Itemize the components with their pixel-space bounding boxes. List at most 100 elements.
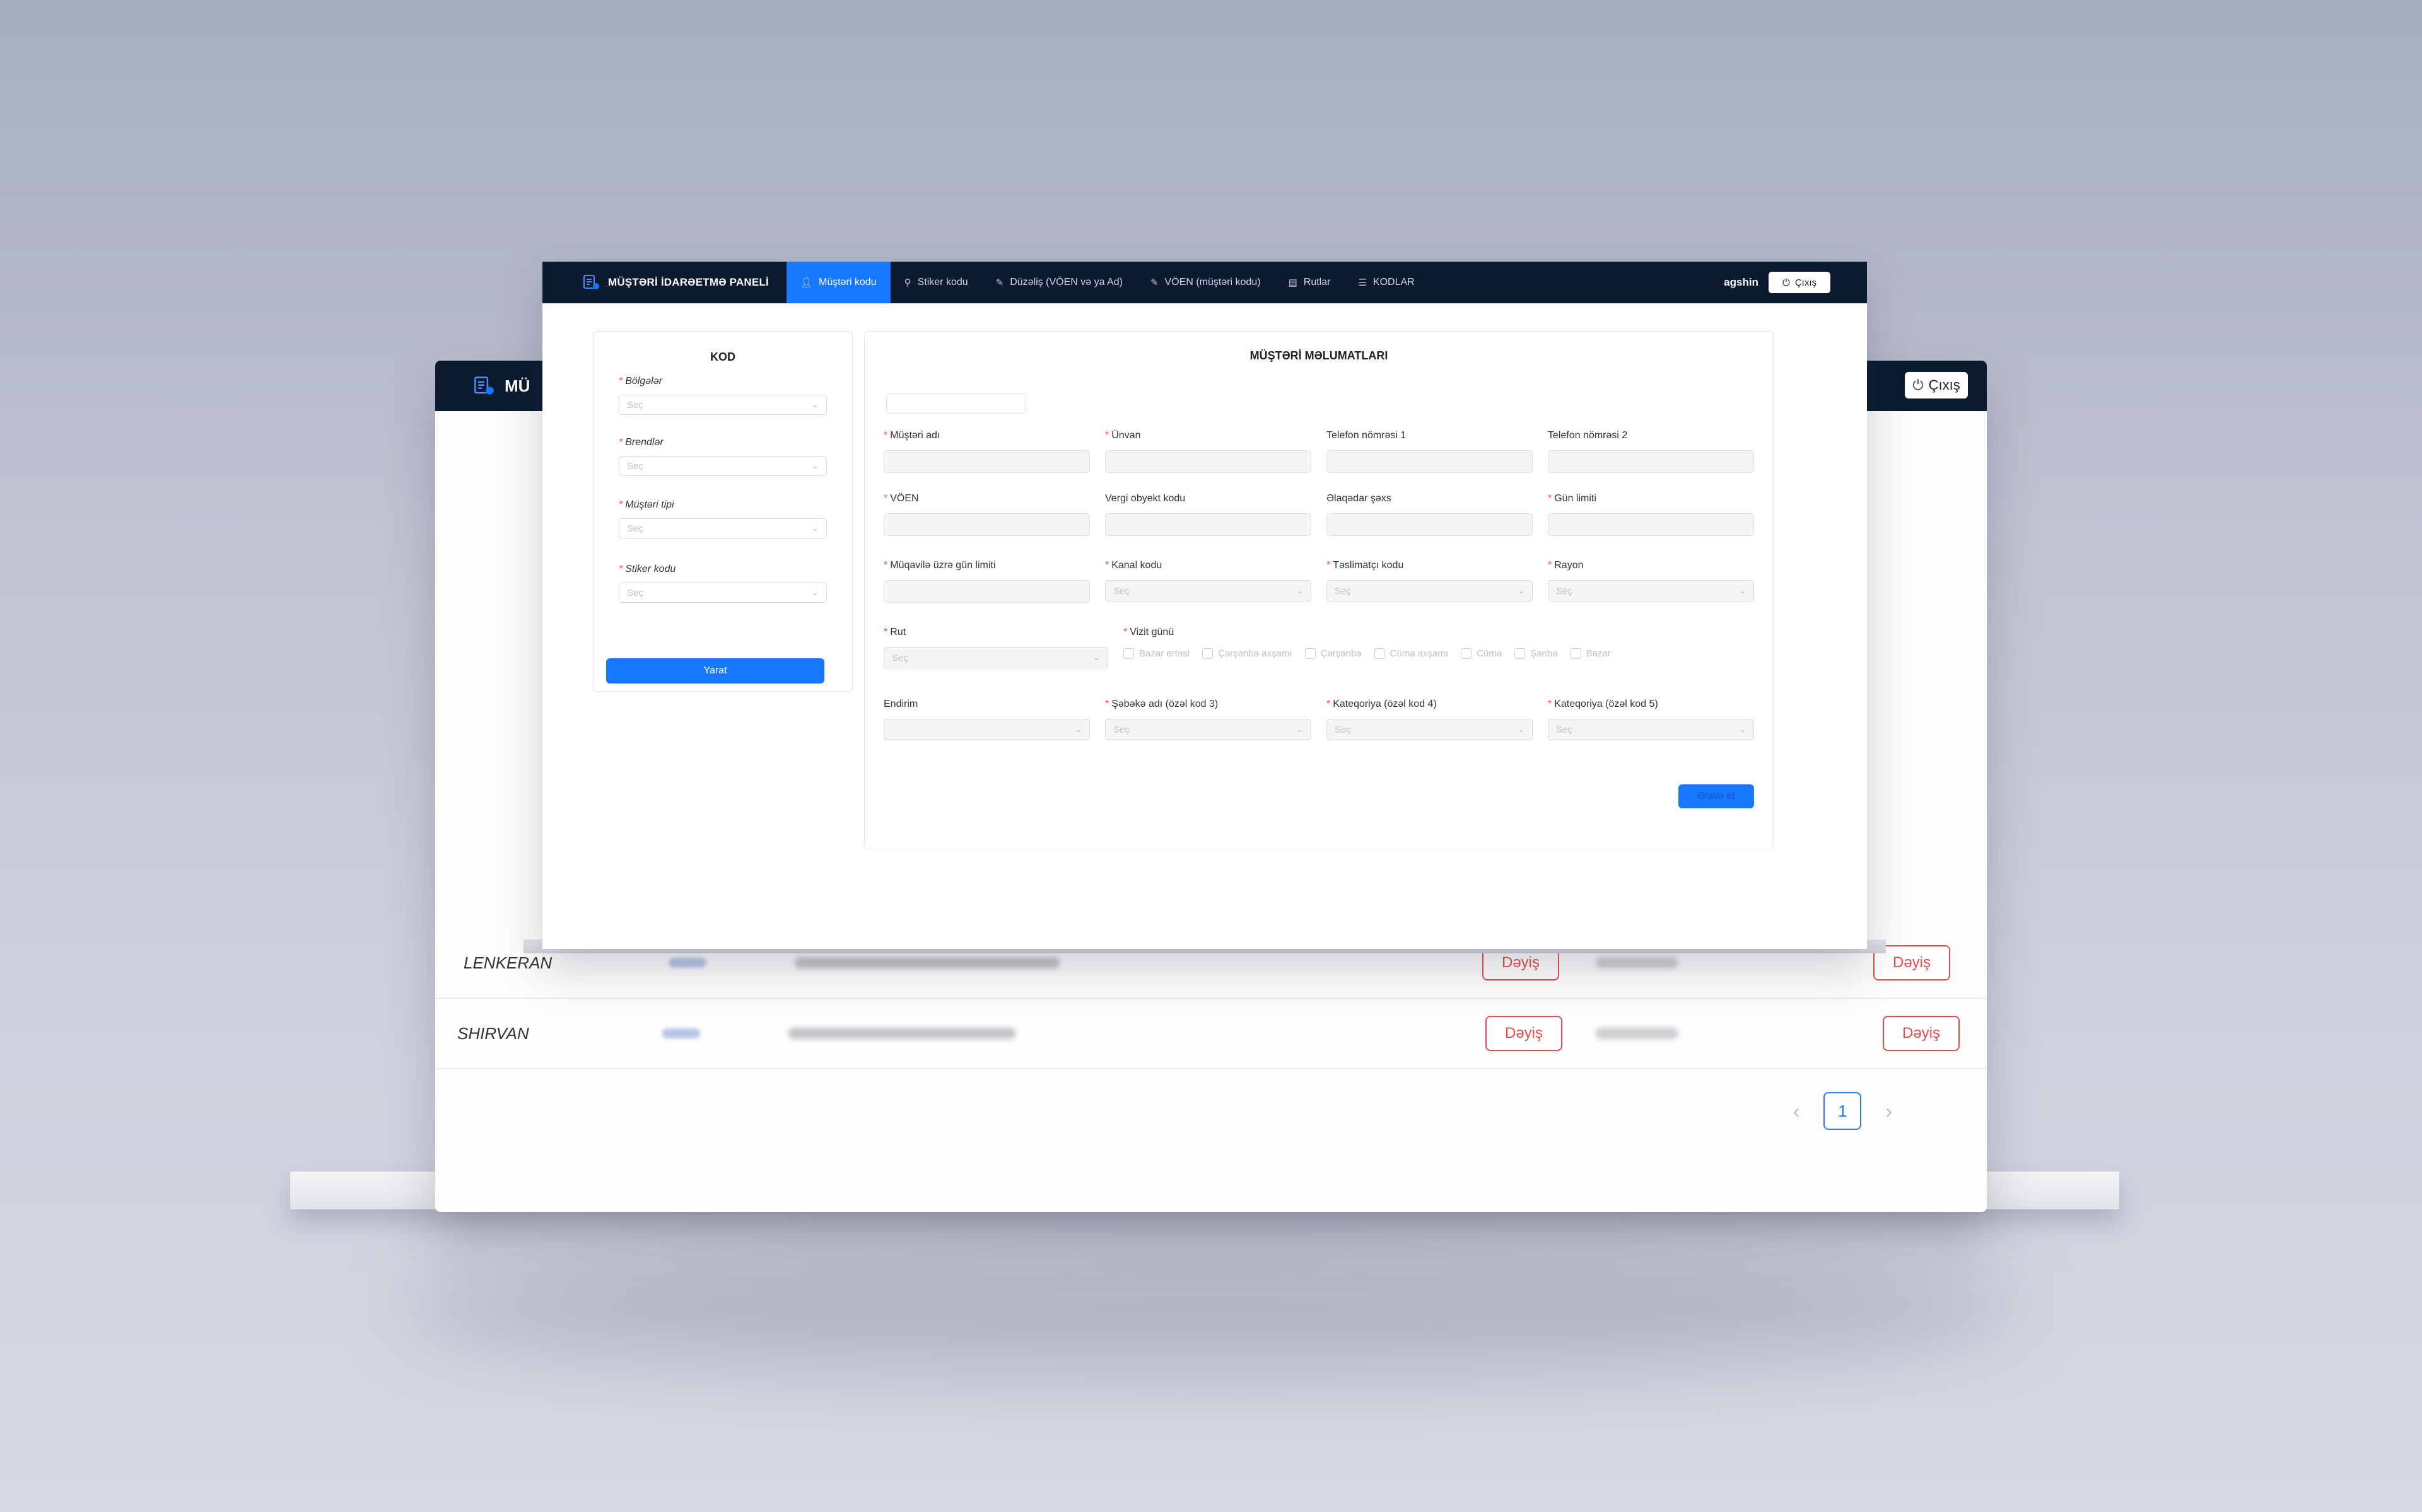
nav-label: KODLAR xyxy=(1372,277,1415,288)
day-checkbox[interactable]: Çərşənbə axşamı xyxy=(1202,648,1292,659)
field-endirim: Endirim ⌄ xyxy=(884,699,1090,740)
required-mark: * xyxy=(884,627,888,637)
blurred-value-cell xyxy=(1596,1028,1678,1039)
day-checkbox[interactable]: Bazar xyxy=(1570,648,1611,659)
chevron-down-icon: ⌄ xyxy=(1075,724,1082,734)
sebeke-adi-select[interactable]: Seç ⌄ xyxy=(1105,719,1311,740)
voen-input[interactable] xyxy=(884,513,1090,536)
checkbox-box[interactable] xyxy=(1514,648,1526,659)
field-stiker-kodu: * Stiker kodu Seç ⌄ xyxy=(619,564,827,603)
nav-item-stiker-kodu[interactable]: ⚲ Stiker kodu xyxy=(891,262,982,303)
blurred-value-cell xyxy=(1596,957,1678,968)
nav-item-voen[interactable]: ✎ VÖEN (müştəri kodu) xyxy=(1137,262,1275,303)
field-vizit-gunu: * Vizit günü Bazar ertəsi Çərşənbə axşamı… xyxy=(1123,627,1754,668)
stiker-kodu-select[interactable]: Seç ⌄ xyxy=(619,583,827,603)
field-kateqoriya-5: * Kateqoriya (özəl kod 5) Seç ⌄ xyxy=(1548,699,1754,740)
bolgeler-select[interactable]: Seç ⌄ xyxy=(619,395,827,415)
kanal-kodu-select[interactable]: Seç ⌄ xyxy=(1105,580,1311,602)
field-label: Əlaqədar şəxs xyxy=(1326,493,1391,504)
field-brendler: * Brendlər Seç ⌄ xyxy=(619,437,827,476)
telefon-2-input[interactable] xyxy=(1548,450,1754,473)
required-mark: * xyxy=(1105,699,1109,709)
brand[interactable]: MÜŞTƏRİ İDARƏETMƏ PANELİ xyxy=(542,262,787,303)
floor-shadow xyxy=(404,1236,2018,1375)
checkbox-box[interactable] xyxy=(1461,648,1472,659)
teslimatci-kodu-select[interactable]: Seç ⌄ xyxy=(1326,580,1533,602)
field-label: * Vizit günü xyxy=(1123,627,1174,637)
day-checkbox[interactable]: Çərşənbə xyxy=(1304,648,1362,659)
route-icon: ▤ xyxy=(1288,277,1297,288)
form-row-5: Endirim ⌄ * Şəbəkə adı (özəl kod 3) Seç ⌄ … xyxy=(884,699,1754,740)
endirim-select[interactable]: ⌄ xyxy=(884,719,1090,740)
field-elaqedar-sexs: Əlaqədar şəxs xyxy=(1326,493,1533,536)
nav-label: VÖEN (müştəri kodu) xyxy=(1164,277,1261,288)
field-label: * VÖEN xyxy=(884,493,919,504)
add-button[interactable]: Əlavə et xyxy=(1678,784,1754,808)
document-list-icon xyxy=(583,275,599,289)
rayon-select[interactable]: Seç ⌄ xyxy=(1548,580,1754,602)
field-bolgeler: * Bölgələr Seç ⌄ xyxy=(619,376,827,415)
day-checkbox[interactable]: Cümə axşamı xyxy=(1374,648,1448,659)
chevron-down-icon: ⌄ xyxy=(1093,653,1100,662)
chevron-down-icon: ⌄ xyxy=(812,461,819,470)
nav-item-rutlar[interactable]: ▤ Rutlar xyxy=(1275,262,1345,303)
edit-button[interactable]: Dəyiş xyxy=(1883,1016,1960,1051)
kod-card: KOD * Bölgələr Seç ⌄ * Brendlər Seç ⌄ * Müştə… xyxy=(593,331,853,692)
yarat-button[interactable]: Yarat xyxy=(606,658,824,683)
edit-icon: ✎ xyxy=(995,277,1004,288)
back-logout-button[interactable]: ⏻ Çıxış xyxy=(1905,372,1968,398)
user-search-icon: ⚲ xyxy=(904,277,911,288)
form-row-1: * Müştəri adı * Ünvan Telefon nömrəsi 1 Te… xyxy=(884,430,1754,473)
musteri-adi-input[interactable] xyxy=(884,450,1090,473)
day-checkbox[interactable]: Bazar ertəsi xyxy=(1123,648,1190,659)
unvan-input[interactable] xyxy=(1105,450,1311,473)
chevron-down-icon: ⌄ xyxy=(1518,586,1524,595)
brendler-select[interactable]: Seç ⌄ xyxy=(619,456,827,476)
list-icon: ☰ xyxy=(1358,277,1367,288)
form-row-4: * Rut Seç ⌄ * Vizit günü Bazar ertəsi Çərşə… xyxy=(884,627,1754,668)
chevron-down-icon: ⌄ xyxy=(1739,586,1746,595)
field-musteri-adi: * Müştəri adı xyxy=(884,430,1090,473)
prev-page-icon[interactable]: ‹ xyxy=(1793,1100,1800,1123)
page-1-button[interactable]: 1 xyxy=(1823,1092,1862,1130)
required-mark: * xyxy=(619,564,623,574)
logout-button[interactable]: ⏻ Çıxış xyxy=(1768,272,1830,293)
chevron-down-icon: ⌄ xyxy=(812,523,819,533)
checkbox-box[interactable] xyxy=(1374,648,1385,659)
checkbox-box[interactable] xyxy=(1304,648,1316,659)
customer-info-card: MÜŞTƏRİ MƏLUMATLARI * Müştəri adı * Ünvan … xyxy=(864,331,1774,849)
musteri-tipi-select[interactable]: Seç ⌄ xyxy=(619,518,827,538)
code-display-input[interactable] xyxy=(886,393,1026,414)
kateqoriya-5-select[interactable]: Seç ⌄ xyxy=(1548,719,1754,740)
field-label: * Bölgələr xyxy=(619,376,662,387)
field-telefon-2: Telefon nömrəsi 2 xyxy=(1548,430,1754,473)
nav-item-kodlar[interactable]: ☰ KODLAR xyxy=(1344,262,1428,303)
day-checkbox[interactable]: Şənbə xyxy=(1514,648,1558,659)
checkbox-box[interactable] xyxy=(1202,648,1214,659)
field-label: Endirim xyxy=(884,699,918,709)
elaqedar-sexs-input[interactable] xyxy=(1326,513,1533,536)
form-row-2: * VÖEN Vergi obyekt kodu Əlaqədar şəxs * G… xyxy=(884,493,1754,536)
info-card-title: MÜŞTƏRİ MƏLUMATLARI xyxy=(1249,349,1388,362)
edit-button[interactable]: Dəyiş xyxy=(1485,1016,1562,1051)
navbar: MÜŞTƏRİ İDARƏETMƏ PANELİ 👤︎ Müştəri kodu… xyxy=(542,262,1867,303)
muqavile-gun-limiti-input[interactable] xyxy=(884,580,1090,603)
nav-item-duzelis[interactable]: ✎ Düzəliş (VÖEN və ya Ad) xyxy=(982,262,1137,303)
chevron-down-icon: ⌄ xyxy=(1739,724,1746,734)
gun-limiti-input[interactable] xyxy=(1548,513,1754,536)
vergi-obyekt-kodu-input[interactable] xyxy=(1105,513,1311,536)
kateqoriya-4-select[interactable]: Seç ⌄ xyxy=(1326,719,1533,740)
day-checkbox[interactable]: Cümə xyxy=(1461,648,1502,659)
next-page-icon[interactable]: › xyxy=(1885,1100,1892,1123)
telefon-1-input[interactable] xyxy=(1326,450,1533,473)
nav-item-musteri-kodu[interactable]: 👤︎ Müştəri kodu xyxy=(786,262,891,303)
required-mark: * xyxy=(1548,560,1552,571)
field-label: Telefon nömrəsi 1 xyxy=(1326,430,1407,441)
field-label: * Kateqoriya (özəl kod 4) xyxy=(1326,699,1437,709)
required-mark: * xyxy=(884,430,888,441)
checkbox-box[interactable] xyxy=(1123,648,1134,659)
checkbox-box[interactable] xyxy=(1570,648,1581,659)
chevron-down-icon: ⌄ xyxy=(1518,724,1524,734)
rut-select[interactable]: Seç ⌄ xyxy=(884,647,1108,668)
logout-icon: ⏻ xyxy=(1912,377,1924,393)
